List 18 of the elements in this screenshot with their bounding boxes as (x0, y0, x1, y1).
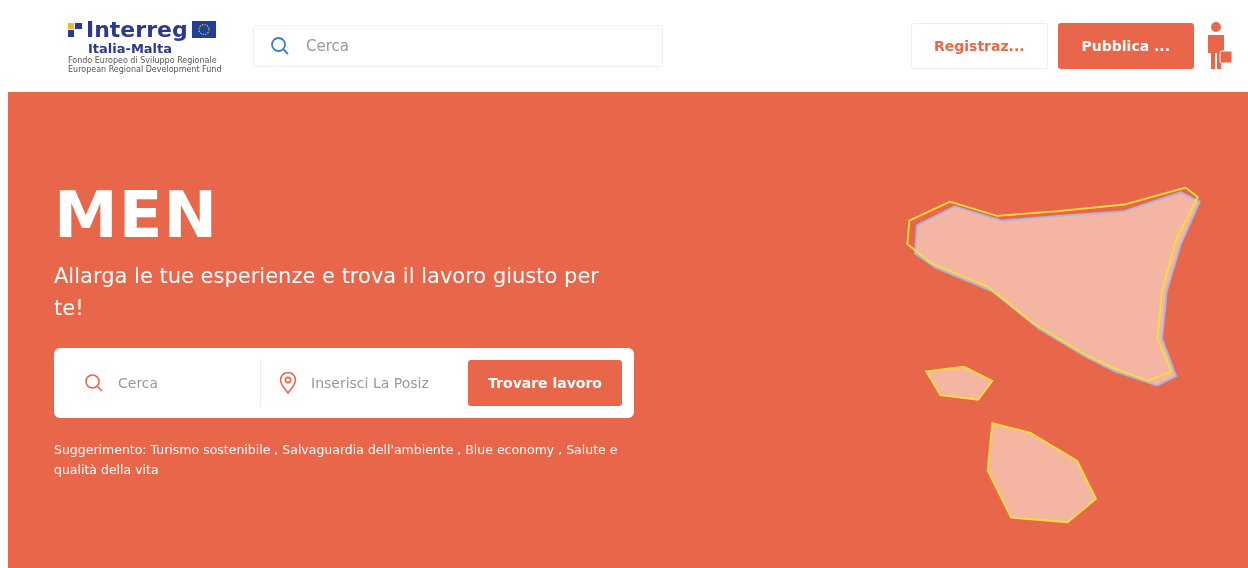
suggestion-text: Suggerimento: Turismo sostenibile , Salvaguardia dell'ambiente , Blue economy , Salute e qualità della vita (54, 441, 619, 479)
header-button[interactable]: Registraz... (910, 23, 1048, 69)
find-job-button[interactable]: Trovare lavoro (468, 360, 622, 406)
eu-flag-icon (191, 21, 216, 38)
squares-icon (68, 22, 82, 37)
location-pin-icon (279, 372, 297, 394)
hero-subtitle: Allarga le tue esperienze e trova il lavoro giusto per te! (54, 263, 600, 322)
header-button[interactable]: Pubblica ... (1057, 23, 1194, 69)
location-input[interactable]: Inserisci La Posiz (309, 374, 449, 392)
keyword-input[interactable]: Cerca (116, 374, 254, 392)
search-icon (270, 36, 290, 56)
interreg-logo[interactable]: Interreg Italia-Malta Fondo Europeo di Sviluppo Regionale European Regional Development Fund (68, 18, 243, 74)
location-field[interactable]: Inserisci La Posiz (260, 359, 449, 407)
search-field[interactable]: Cerca (253, 25, 663, 67)
keyword-field[interactable]: Cerca (84, 359, 254, 407)
search-icon (84, 373, 104, 393)
hero-title: MEN (54, 180, 219, 250)
search-input[interactable]: Cerca (304, 36, 646, 56)
